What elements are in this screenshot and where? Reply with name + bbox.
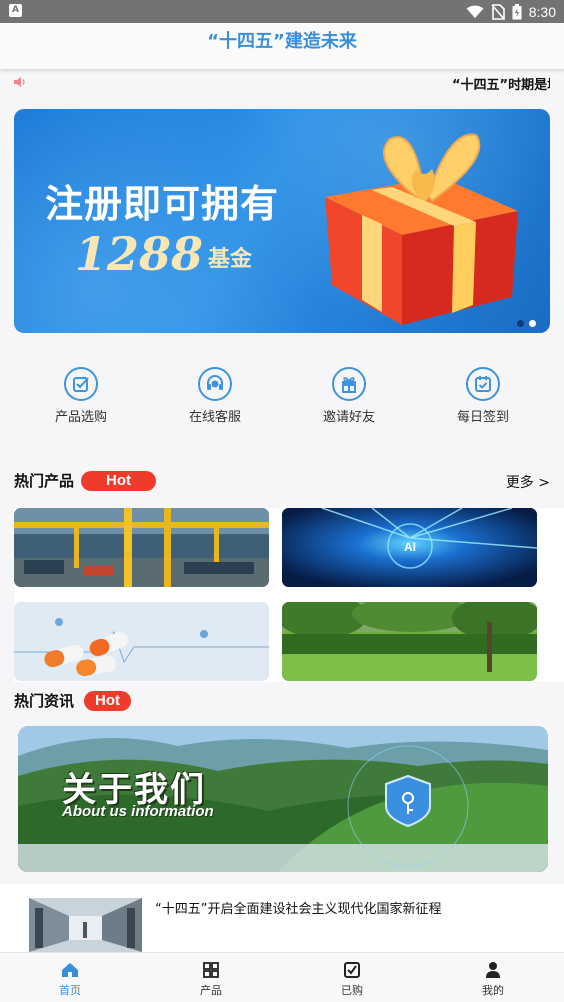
no-sim-icon [491,3,505,20]
product-card-garden[interactable] [282,602,537,681]
tab-label: 产品 [200,984,222,997]
banner-subtitle: About us information [62,803,214,820]
bottom-tab-bar: 首页 产品 已购 我的 [0,952,564,1002]
marquee-viewport: “十四五”时期是增强经济社会发展新动能的关键时期 [40,69,550,97]
news-list-item[interactable]: “十四五”开启全面建设社会主义现代化国家新征程 [0,884,564,952]
gift-icon [342,377,356,393]
gift-box-illustration [325,133,518,325]
user-icon [486,962,500,978]
quick-action-ring [64,367,98,401]
hot-news-header: 热门资讯 Hot [14,688,550,714]
quick-action-label: 产品选购 [54,410,107,425]
status-bar: A 8:30 [0,0,564,23]
quick-action-invite-friends[interactable]: 邀请好友 [294,367,404,425]
calendar-check-icon [475,376,491,392]
checkbox-icon [73,377,89,392]
promo-banner[interactable]: 注册即可拥有 1288 基金 [14,109,550,333]
status-icons: 8:30 [466,2,556,21]
home-icon [62,963,78,977]
speaker-icon [14,77,25,87]
medicine-image [14,602,269,681]
garden-image [282,602,537,681]
quick-action-label: 在线客服 [188,410,241,425]
banner-amount: 1288 [75,227,204,281]
carousel-indicator[interactable] [517,320,536,327]
factory-image [14,508,269,587]
grid-icon [203,962,219,978]
product-card-medicine[interactable] [14,602,269,681]
quick-action-daily-checkin[interactable]: 每日签到 [428,367,538,425]
tab-purchased[interactable]: 已购 [312,961,392,998]
tab-label: 首页 [59,984,81,997]
quick-action-label: 每日签到 [456,410,509,425]
product-card-ai[interactable]: AI [282,508,537,587]
quick-action-ring [332,367,366,401]
page-title: “十四五”建造未来 [207,31,357,52]
quick-action-ring [198,367,232,401]
title-bar: “十四五”建造未来 [0,23,564,69]
more-link[interactable]: 更多 > [506,472,550,492]
clock: 8:30 [528,3,556,20]
checkbox-icon [344,962,360,978]
product-card-factory[interactable] [14,508,269,587]
news-thumbnail [29,898,142,952]
wifi-icon [466,5,484,18]
section-title: 热门产品 [14,472,75,490]
quick-action-ring [466,367,500,401]
tab-products[interactable]: 产品 [171,961,251,998]
announcement-marquee[interactable]: “十四五”时期是增强经济社会发展新动能的关键时期 [0,69,564,97]
hot-badge: Hot [81,471,156,491]
section-title: 热门资讯 [14,692,75,710]
banner-headline: 注册即可拥有 [45,182,280,226]
battery-icon [512,3,522,19]
app-notification-icon: A [9,4,22,17]
carousel-dot-active[interactable] [529,320,536,327]
quick-action-product-purchase[interactable]: 产品选购 [26,367,136,425]
ai-image: AI [282,508,537,587]
hot-products-grid: AI [14,508,564,682]
tab-mine[interactable]: 我的 [453,961,533,998]
tab-label: 我的 [482,984,504,997]
hot-products-header: 热门产品 Hot 更多 > [14,468,550,494]
news-headline: “十四五”开启全面建设社会主义现代化国家新征程 [155,902,442,917]
banner-amount-unit: 基金 [208,247,253,272]
ai-overlay-text: AI [404,540,416,554]
headset-icon [207,375,223,390]
marquee-text: “十四五”时期是增强经济社会发展新动能的关键时期 [452,78,550,93]
tab-label: 已购 [341,984,363,997]
quick-action-online-service[interactable]: 在线客服 [160,367,270,425]
quick-action-label: 邀请好友 [322,410,375,425]
quick-actions: 产品选购 在线客服 邀请好友 每日签到 [0,367,564,427]
carousel-dot[interactable] [517,320,524,327]
tab-home[interactable]: 首页 [30,961,110,998]
hot-badge: Hot [84,691,131,711]
corridor-image [29,898,142,952]
about-us-banner[interactable]: 关于我们 About us information [18,726,548,872]
